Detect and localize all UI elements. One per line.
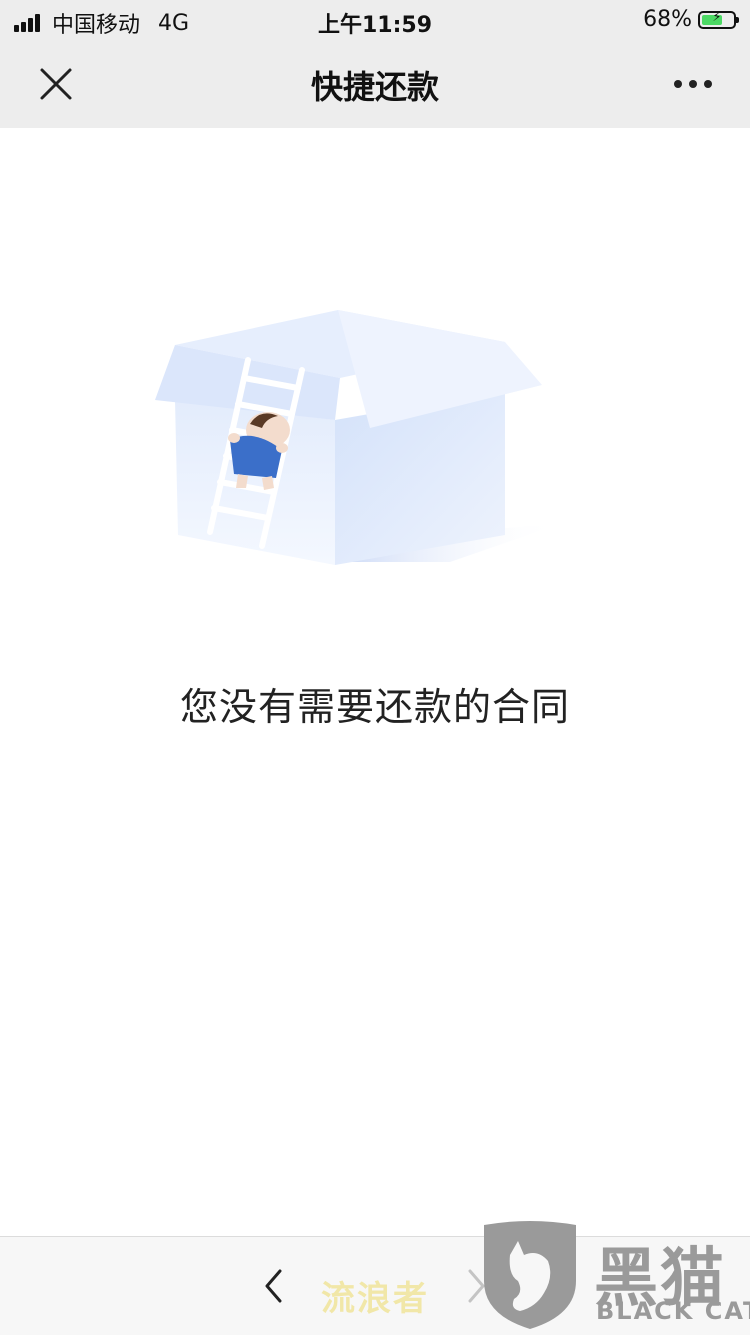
battery-percent: 68% [643,7,692,32]
logo-english-text: BLACK CAT [596,1297,750,1325]
more-button[interactable] [658,58,728,110]
back-button[interactable] [250,1261,300,1311]
watermark-text: 流浪者 [321,1279,429,1319]
status-time: 上午11:59 [317,13,433,38]
status-right: 68% ⚡ [643,7,739,32]
charging-bolt-icon: ⚡ [712,9,722,25]
empty-box-illustration [150,300,560,580]
chevron-left-icon [265,1269,282,1303]
more-icon [674,80,712,88]
battery-icon: ⚡ [698,9,739,29]
status-bar: 中国移动 4G 上午11:59 68% ⚡ [0,0,750,40]
page-title: 快捷还款 [310,68,439,106]
empty-state-message: 您没有需要还款的合同 [179,685,570,729]
black-cat-logo-icon [484,1221,576,1329]
bottom-nav-bar: 流浪者 黑猫 BLACK CAT [0,1221,750,1335]
battery-tip [736,16,739,23]
nav-bar: 快捷还款 [0,40,750,128]
